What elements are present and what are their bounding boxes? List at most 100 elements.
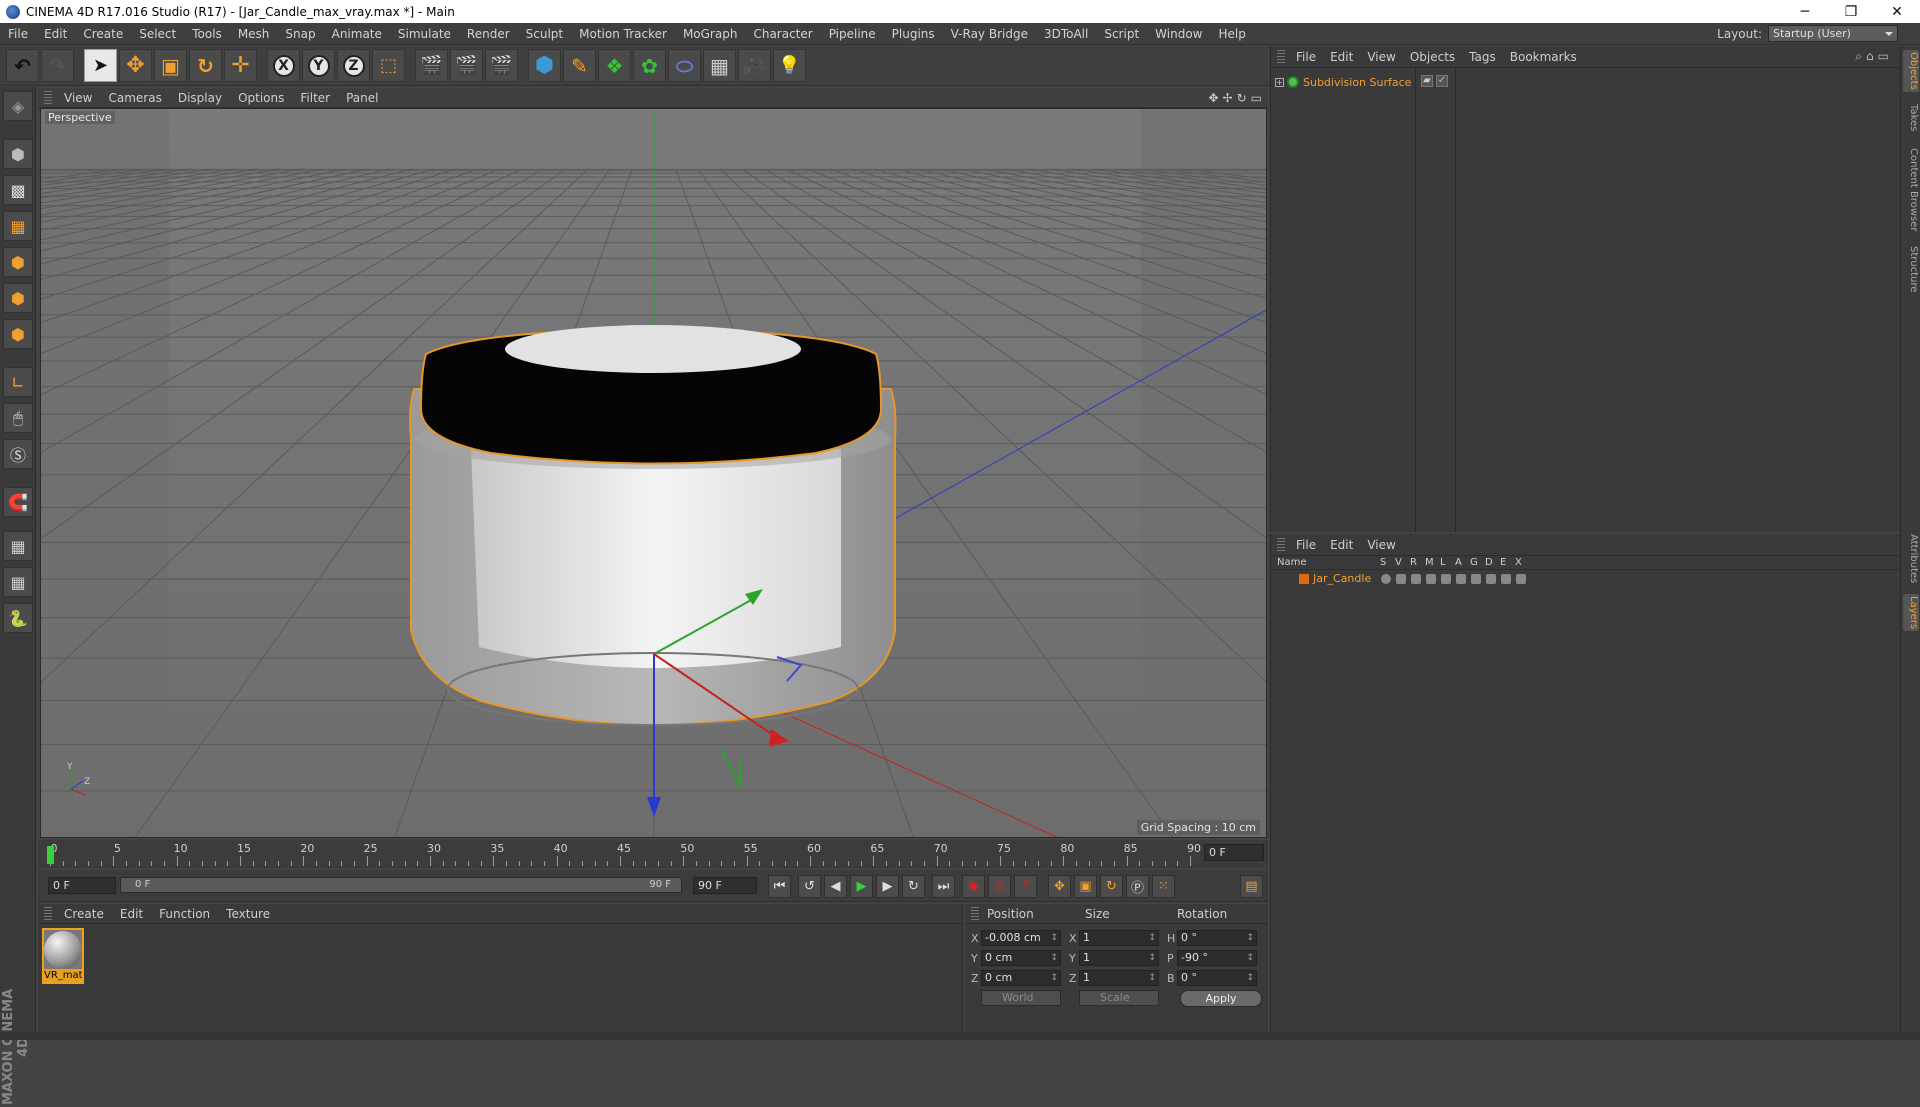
menu-tools[interactable]: Tools — [184, 27, 230, 41]
maximize-view-icon[interactable]: ▭ — [1251, 91, 1262, 105]
start-frame-field[interactable]: 0 F — [48, 877, 116, 894]
viewport-menu-panel[interactable]: Panel — [338, 91, 386, 105]
expression-icon[interactable] — [1501, 574, 1511, 584]
x-axis-lock-button[interactable]: X — [267, 49, 300, 82]
lock-workplane-button[interactable]: ▦ — [3, 531, 33, 561]
rotate-tool-button[interactable]: ↻ — [189, 49, 222, 82]
viewport-menu-cameras[interactable]: Cameras — [100, 91, 169, 105]
cube-primitive-button[interactable]: ⬢ — [528, 49, 561, 82]
next-key-button[interactable]: ↻ — [902, 875, 925, 898]
menu-create[interactable]: Create — [75, 27, 131, 41]
object-name[interactable]: Subdivision Surface — [1303, 76, 1415, 89]
deformer-button[interactable]: ⬭ — [668, 49, 701, 82]
menu-snap[interactable]: Snap — [277, 27, 323, 41]
timeline-window-button[interactable]: ▤ — [1240, 875, 1263, 898]
layer-name[interactable]: Jar_Candle — [1313, 572, 1371, 585]
object-menu-edit[interactable]: Edit — [1323, 50, 1360, 64]
panel-grip[interactable] — [971, 906, 979, 921]
layer-menu-view[interactable]: View — [1360, 538, 1402, 552]
live-selection-button[interactable]: ➤ — [84, 49, 117, 82]
perspective-viewport[interactable]: Y Z Perspective Grid Spacing : 10 cm — [40, 108, 1267, 838]
panel-grip[interactable] — [1277, 537, 1285, 552]
menu-vray-bridge[interactable]: V-Ray Bridge — [943, 27, 1036, 41]
menu-plugins[interactable]: Plugins — [884, 27, 943, 41]
magnet-button[interactable]: 🧲 — [3, 487, 33, 517]
key-position-button[interactable]: ✥ — [1048, 875, 1071, 898]
menu-3dtoall[interactable]: 3DToAll — [1036, 27, 1096, 41]
prev-frame-button[interactable]: ◀ — [824, 875, 847, 898]
texture-mode-button[interactable]: ▩ — [3, 175, 33, 205]
z-axis-lock-button[interactable]: Z — [337, 49, 370, 82]
make-editable-button[interactable]: ◈ — [3, 91, 33, 121]
layer-color-swatch[interactable] — [1299, 574, 1309, 584]
viewport-menu-display[interactable]: Display — [170, 91, 230, 105]
position-z-field[interactable]: 0 cm — [981, 970, 1061, 986]
pan-icon[interactable]: ✥ — [1208, 91, 1218, 105]
menu-simulate[interactable]: Simulate — [390, 27, 459, 41]
deformer-icon[interactable] — [1486, 574, 1496, 584]
home-icon[interactable]: ⌂ — [1866, 49, 1878, 63]
new-window-icon[interactable]: ▭ — [1878, 49, 1893, 63]
view-eye-icon[interactable] — [1396, 574, 1406, 584]
manager-icon[interactable] — [1426, 574, 1436, 584]
viewport-menu-filter[interactable]: Filter — [292, 91, 338, 105]
cloner-button[interactable]: ✿ — [633, 49, 666, 82]
dolly-icon[interactable]: ✢ — [1223, 91, 1233, 105]
menu-file[interactable]: File — [0, 27, 36, 41]
scale-tool-button[interactable]: ▣ — [154, 49, 187, 82]
size-mode-select[interactable]: Scale — [1079, 990, 1159, 1006]
tab-layers[interactable]: Layers — [1903, 594, 1919, 632]
y-axis-lock-button[interactable]: Y — [302, 49, 335, 82]
snap-toggle-button[interactable]: Ⓢ — [3, 439, 33, 469]
goto-end-button[interactable]: ⏭ — [932, 875, 955, 898]
undo-button[interactable]: ↶ — [6, 49, 39, 82]
coordinate-space-select[interactable]: World — [981, 990, 1061, 1006]
tab-content-browser[interactable]: Content Browser — [1903, 146, 1919, 233]
play-button[interactable]: ▶ — [850, 875, 873, 898]
menu-animate[interactable]: Animate — [324, 27, 390, 41]
menu-select[interactable]: Select — [131, 27, 184, 41]
rotation-p-field[interactable]: -90 ° — [1177, 950, 1257, 966]
render-view-button[interactable]: 🎬 — [415, 49, 448, 82]
menu-mesh[interactable]: Mesh — [230, 27, 278, 41]
object-menu-tags[interactable]: Tags — [1462, 50, 1503, 64]
material-menu-edit[interactable]: Edit — [112, 907, 151, 921]
current-frame-field[interactable]: 0 F — [1204, 844, 1264, 861]
menu-help[interactable]: Help — [1210, 27, 1253, 41]
frame-range-slider[interactable]: 0 F 90 F — [120, 877, 682, 893]
layer-menu-edit[interactable]: Edit — [1323, 538, 1360, 552]
viewport-menu-options[interactable]: Options — [230, 91, 292, 105]
transform-tool-button[interactable]: ✛ — [224, 49, 257, 82]
menu-script[interactable]: Script — [1096, 27, 1147, 41]
menu-motion-tracker[interactable]: Motion Tracker — [571, 27, 675, 41]
edges-mode-button[interactable]: ⬢ — [3, 283, 33, 313]
expand-toggle[interactable]: + — [1275, 77, 1284, 87]
coordinate-system-button[interactable]: ⬚ — [372, 49, 405, 82]
material-swatch[interactable]: VR_mat — [42, 928, 84, 984]
end-frame-field[interactable]: 90 F — [693, 877, 757, 894]
move-tool-button[interactable]: ✥ — [119, 49, 152, 82]
animation-icon[interactable] — [1456, 574, 1466, 584]
solo-toggle-icon[interactable] — [1381, 574, 1391, 584]
size-x-field[interactable]: 1 — [1079, 930, 1159, 946]
key-rotation-button[interactable]: ↻ — [1100, 875, 1123, 898]
size-z-field[interactable]: 1 — [1079, 970, 1159, 986]
material-menu-texture[interactable]: Texture — [218, 907, 278, 921]
rotation-h-field[interactable]: 0 ° — [1177, 930, 1257, 946]
position-x-field[interactable]: -0.008 cm — [981, 930, 1061, 946]
panel-grip[interactable] — [44, 90, 52, 105]
minimize-button[interactable]: ─ — [1782, 0, 1828, 23]
object-menu-file[interactable]: File — [1289, 50, 1323, 64]
apply-button[interactable]: Apply — [1180, 990, 1262, 1007]
redo-button[interactable]: ↷ — [41, 49, 74, 82]
panel-grip[interactable] — [44, 906, 52, 921]
menu-edit[interactable]: Edit — [36, 27, 75, 41]
spline-pen-button[interactable]: ✎ — [563, 49, 596, 82]
material-menu-function[interactable]: Function — [151, 907, 218, 921]
timeline-ruler[interactable]: 0 5 10 15 20 25 30 35 40 45 50 55 60 65 70 75 80 85 90 0 F — [38, 840, 1268, 868]
menu-render[interactable]: Render — [459, 27, 518, 41]
prev-key-button[interactable]: ↺ — [798, 875, 821, 898]
light-button[interactable]: 💡 — [773, 49, 806, 82]
subdivision-surface-button[interactable]: ❖ — [598, 49, 631, 82]
enabled-check-icon[interactable]: ✓ — [1436, 75, 1448, 87]
